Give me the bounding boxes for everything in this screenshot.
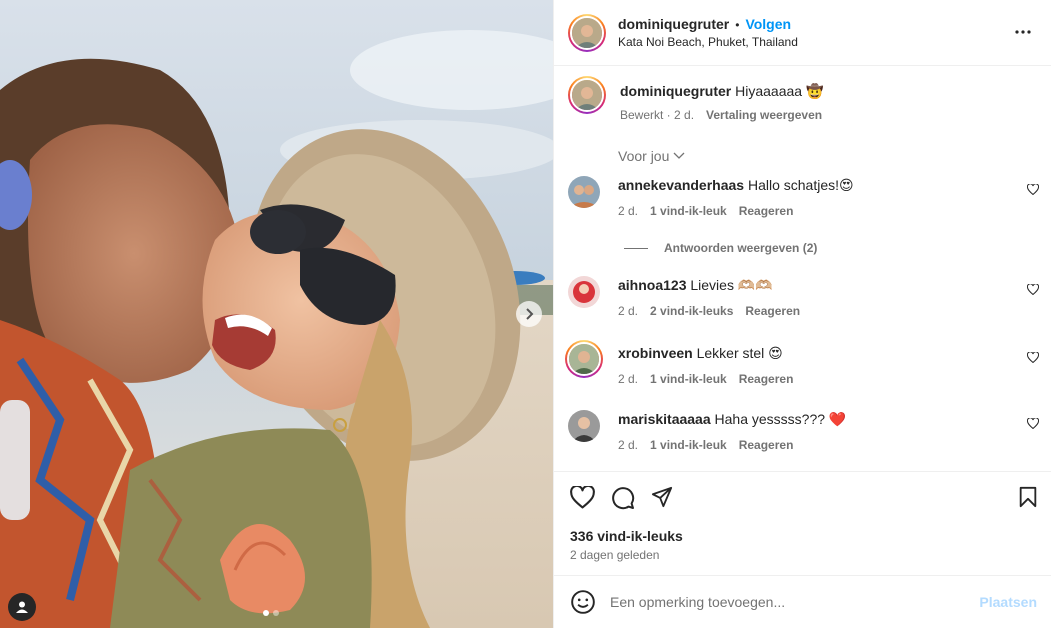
heart-icon[interactable]	[1027, 418, 1039, 429]
caption-row: dominiquegruter Hiyaaaaaa 🤠 Bewerkt · 2 …	[568, 76, 1041, 122]
author-username[interactable]: dominiquegruter	[618, 16, 729, 32]
comment-avatar[interactable]	[568, 276, 600, 308]
comment-likes[interactable]: 1 vind-ik-leuk	[650, 438, 727, 452]
comment-likes[interactable]: 2 vind-ik-leuks	[650, 304, 733, 318]
view-replies-button[interactable]: Antwoorden weergeven (2)	[624, 241, 817, 255]
replies-line	[624, 247, 648, 249]
bookmark-icon[interactable]	[1018, 486, 1038, 508]
comment-row: mariskitaaaaa Haha yesssss??? ❤️ 2 d. 1 v…	[568, 410, 1041, 452]
separator-dot: •	[735, 18, 740, 32]
heart-icon[interactable]	[570, 486, 595, 509]
like-count[interactable]: 336 vind-ik-leuks	[570, 528, 683, 544]
comment-text: Hallo schatjes!😍	[747, 177, 854, 193]
caption-text: Hiyaaaaaa 🤠	[735, 83, 824, 99]
heart-icon[interactable]	[1027, 184, 1039, 195]
carousel-dot-active	[263, 610, 269, 616]
carousel-indicator	[263, 610, 279, 616]
chevron-right-icon	[526, 308, 534, 320]
emoji-icon[interactable]	[570, 589, 596, 615]
photo-image	[0, 0, 553, 628]
comments-section[interactable]: dominiquegruter Hiyaaaaaa 🤠 Bewerkt · 2 …	[554, 66, 1051, 472]
comment-age: 2 d.	[618, 304, 639, 318]
reply-button[interactable]: Reageren	[739, 204, 794, 218]
heart-icon[interactable]	[1027, 284, 1039, 295]
comment-row: annekevanderhaas Hallo schatjes!😍 2 d. 1 …	[568, 176, 1041, 218]
user-tag-icon	[16, 601, 28, 613]
more-icon	[1015, 30, 1031, 34]
comment-composer: Plaatsen	[554, 576, 1051, 628]
reply-button[interactable]: Reageren	[739, 372, 794, 386]
comment-row: aihnoa123 Lievies 🫶🏼🫶🏼 2 d. 2 vind-ik-leu…	[568, 276, 1041, 318]
caption-avatar[interactable]	[568, 76, 606, 114]
reply-button[interactable]: Reageren	[739, 438, 794, 452]
comment-filter[interactable]: Voor jou	[618, 148, 685, 164]
follow-button[interactable]: Volgen	[745, 16, 791, 32]
post-time: 2 dagen geleden	[570, 548, 660, 562]
view-replies-label: Antwoorden weergeven (2)	[664, 241, 818, 255]
comment-username[interactable]: annekevanderhaas	[618, 177, 744, 193]
comment-row: xrobinveen Lekker stel 😍 2 d. 1 vind-ik-l…	[565, 340, 1041, 386]
comment-username[interactable]: aihnoa123	[618, 277, 686, 293]
author-avatar[interactable]	[568, 13, 606, 52]
translate-button[interactable]: Vertaling weergeven	[706, 108, 822, 122]
post-comment-button[interactable]: Plaatsen	[979, 594, 1037, 610]
comment-age: 2 d.	[618, 438, 639, 452]
share-icon[interactable]	[651, 486, 673, 508]
comment-username[interactable]: xrobinveen	[618, 345, 693, 361]
comment-avatar[interactable]	[568, 410, 600, 442]
comment-text: Lievies 🫶🏼🫶🏼	[690, 277, 773, 293]
post-location[interactable]: Kata Noi Beach, Phuket, Thailand	[618, 35, 798, 49]
comment-age: 2 d.	[618, 204, 639, 218]
caption-username[interactable]: dominiquegruter	[620, 83, 731, 99]
comment-avatar[interactable]	[565, 340, 603, 378]
post-header: dominiquegruter • Volgen Kata Noi Beach, P…	[554, 0, 1051, 66]
comment-age: 2 d.	[618, 372, 639, 386]
heart-icon[interactable]	[1027, 352, 1039, 363]
comment-input[interactable]	[610, 594, 980, 610]
more-options-button[interactable]	[1011, 24, 1035, 40]
post-detail-panel: dominiquegruter • Volgen Kata Noi Beach, P…	[553, 0, 1051, 628]
comment-username[interactable]: mariskitaaaaa	[618, 411, 711, 427]
reply-button[interactable]: Reageren	[745, 304, 800, 318]
comment-text: Haha yesssss??? ❤️	[714, 411, 847, 427]
comment-likes[interactable]: 1 vind-ik-leuk	[650, 372, 727, 386]
comment-avatar[interactable]	[568, 176, 600, 208]
comment-filter-label: Voor jou	[618, 148, 670, 164]
tagged-users-button[interactable]	[8, 593, 36, 621]
comment-text: Lekker stel 😍	[696, 345, 783, 361]
caption-edited: Bewerkt · 2 d.	[620, 108, 695, 122]
chevron-down-icon	[673, 152, 685, 159]
post-actions: 336 vind-ik-leuks 2 dagen geleden	[554, 472, 1051, 576]
next-image-button[interactable]	[516, 301, 542, 327]
post-photo[interactable]	[0, 0, 553, 628]
comment-likes[interactable]: 1 vind-ik-leuk	[650, 204, 727, 218]
comment-icon[interactable]	[611, 486, 635, 510]
carousel-dot	[273, 610, 279, 616]
